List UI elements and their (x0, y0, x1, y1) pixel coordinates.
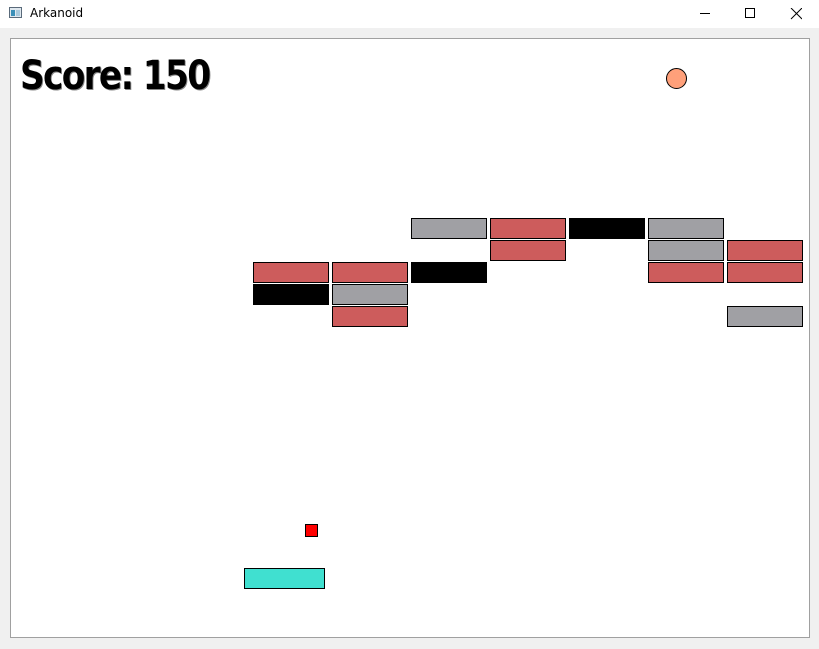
brick-gray (648, 218, 724, 239)
game-canvas[interactable]: Score: 150 (10, 38, 810, 638)
brick-black (253, 284, 329, 305)
ball (666, 68, 687, 89)
brick-gray (332, 284, 408, 305)
brick-gray (648, 240, 724, 261)
title-bar: Arkanoid (0, 0, 819, 28)
powerup-capsule (305, 524, 318, 537)
brick-gray (411, 218, 487, 239)
maximize-icon (745, 8, 755, 18)
brick-red (648, 262, 724, 283)
brick-red (332, 306, 408, 327)
brick-red (727, 240, 803, 261)
paddle[interactable] (244, 568, 325, 589)
window-title: Arkanoid (30, 6, 84, 20)
close-icon (790, 8, 802, 20)
close-button[interactable] (773, 0, 819, 28)
maximize-button[interactable] (727, 0, 773, 28)
brick-red (332, 262, 408, 283)
brick-black (411, 262, 487, 283)
app-window-icon (9, 7, 22, 18)
score-label: Score: 150 (20, 53, 211, 99)
brick-red (253, 262, 329, 283)
brick-black (569, 218, 645, 239)
brick-red (490, 218, 566, 239)
minimize-icon (700, 13, 710, 14)
brick-gray (727, 306, 803, 327)
brick-red (490, 240, 566, 261)
brick-red (727, 262, 803, 283)
minimize-button[interactable] (682, 0, 728, 28)
